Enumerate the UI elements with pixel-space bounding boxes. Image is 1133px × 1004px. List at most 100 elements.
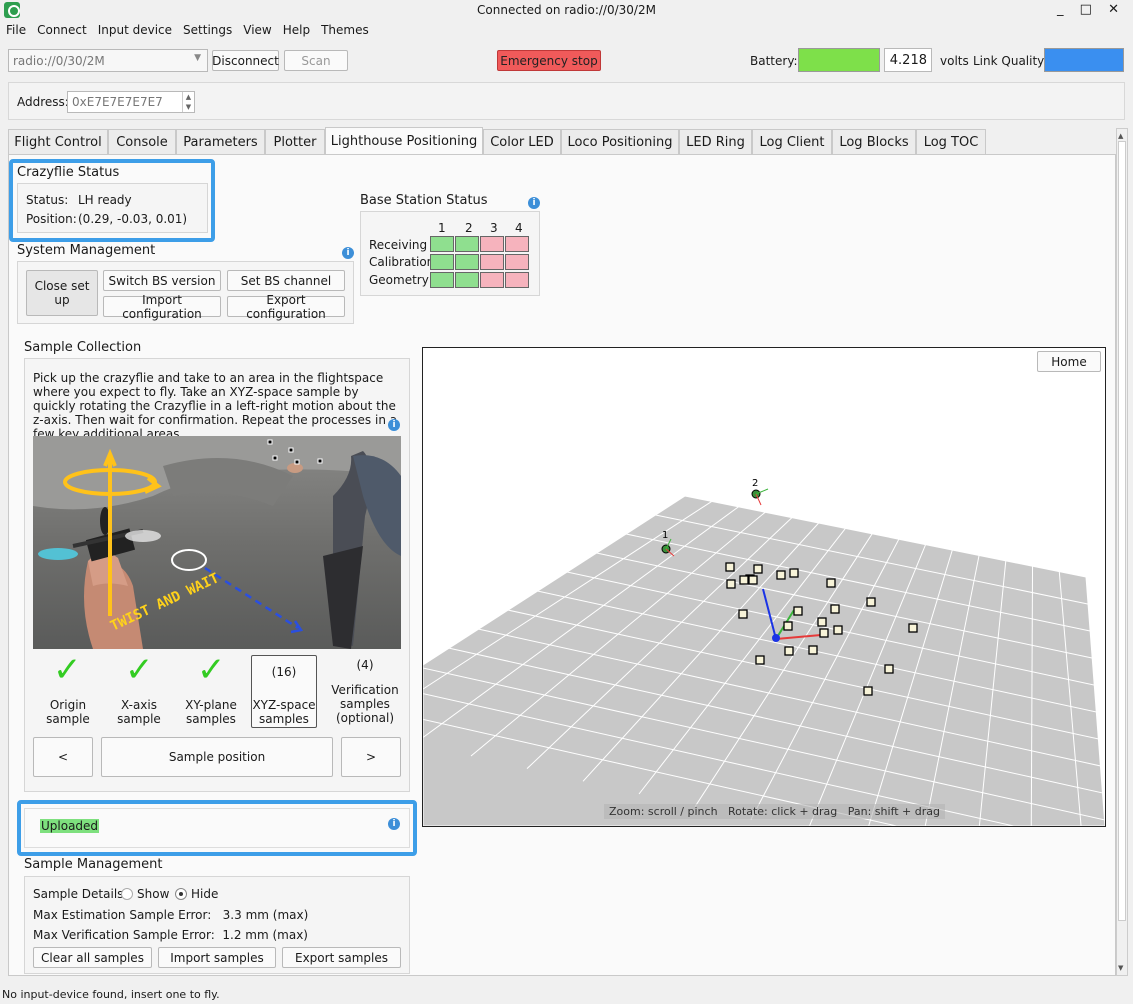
scan-button[interactable]: Scan bbox=[284, 50, 348, 71]
tab-lighthouse-positioning[interactable]: Lighthouse Positioning bbox=[325, 127, 483, 155]
step-xyz-count: (16) bbox=[271, 665, 297, 679]
sample-collection-title: Sample Collection bbox=[24, 340, 142, 355]
menu-settings[interactable]: Settings bbox=[177, 20, 237, 37]
3d-scene[interactable]: 1 2 bbox=[423, 348, 1105, 826]
hide-radio[interactable] bbox=[175, 888, 187, 900]
prev-step-button[interactable]: < bbox=[33, 737, 93, 777]
uri-value: radio://0/30/2M bbox=[13, 53, 105, 68]
xyplane-checkmark-icon: ✓ bbox=[197, 650, 226, 690]
next-step-button[interactable]: > bbox=[341, 737, 401, 777]
tab-log-blocks[interactable]: Log Blocks bbox=[832, 129, 916, 154]
window-controls[interactable]: _ □ ✕ bbox=[1057, 2, 1125, 17]
sample-marker bbox=[826, 578, 836, 588]
hide-radio-label[interactable]: Hide bbox=[191, 887, 218, 901]
tab-color-led[interactable]: Color LED bbox=[483, 129, 561, 154]
home-button[interactable]: Home bbox=[1037, 351, 1101, 372]
xaxis-checkmark-icon: ✓ bbox=[125, 650, 154, 690]
battery-unit: volts bbox=[940, 54, 969, 68]
spin-arrows-icon[interactable]: ▲ ▼ bbox=[182, 92, 194, 112]
export-samples-button[interactable]: Export samples bbox=[282, 947, 401, 968]
bs-col-3: 3 bbox=[490, 221, 498, 235]
title-bar: Connected on radio://0/30/2M _ □ ✕ bbox=[0, 0, 1133, 20]
info-icon[interactable]: i bbox=[528, 197, 540, 209]
sample-marker bbox=[748, 575, 758, 585]
step-xaxis-label: X-axis sample bbox=[117, 698, 161, 726]
vertical-scrollbar[interactable]: ▲ ▼ bbox=[1116, 128, 1128, 976]
emergency-stop-button[interactable]: Emergency stop bbox=[497, 50, 601, 71]
bs-col-2: 2 bbox=[465, 221, 473, 235]
sample-marker bbox=[884, 664, 894, 674]
address-spinbox[interactable]: 0xE7E7E7E7E7 ▲ ▼ bbox=[67, 91, 195, 113]
switch-bs-version-button[interactable]: Switch BS version bbox=[103, 270, 221, 291]
sample-marker bbox=[863, 686, 873, 696]
sample-marker bbox=[783, 621, 793, 631]
bs-row-geometry: Geometry bbox=[369, 273, 429, 287]
bs-col-4: 4 bbox=[515, 221, 523, 235]
set-bs-channel-button[interactable]: Set BS channel bbox=[227, 270, 345, 291]
address-label: Address: bbox=[17, 95, 69, 109]
tab-log-client[interactable]: Log Client bbox=[752, 129, 832, 154]
base-station-2-label: 2 bbox=[752, 478, 758, 489]
sample-position-button[interactable]: Sample position bbox=[101, 737, 333, 777]
bs-status-cell bbox=[505, 272, 529, 288]
sample-details-label: Sample Details: bbox=[33, 887, 128, 901]
system-management-title: System Management bbox=[17, 243, 156, 258]
menu-bar: File Connect Input device Settings View Help T… bbox=[0, 20, 1133, 40]
tab-loco-positioning[interactable]: Loco Positioning bbox=[561, 129, 679, 154]
uri-dropdown[interactable]: radio://0/30/2M ▼ bbox=[8, 49, 208, 72]
import-configuration-button[interactable]: Import configuration bbox=[103, 293, 221, 321]
bs-status-cell bbox=[480, 254, 504, 270]
max-verification-error: Max Verification Sample Error: 1.2 mm (m… bbox=[33, 928, 308, 942]
show-radio[interactable] bbox=[121, 888, 133, 900]
info-icon[interactable]: i bbox=[388, 419, 400, 431]
export-configuration-button[interactable]: Export configuration bbox=[227, 293, 345, 321]
bs-row-calibration: Calibration bbox=[369, 255, 435, 269]
battery-voltage: 4.218 bbox=[884, 48, 932, 72]
import-samples-button[interactable]: Import samples bbox=[158, 947, 276, 968]
menu-view[interactable]: View bbox=[237, 20, 276, 37]
close-setup-button[interactable]: Close set up bbox=[26, 270, 98, 316]
clear-all-samples-button[interactable]: Clear all samples bbox=[33, 947, 152, 968]
sample-marker bbox=[726, 579, 736, 589]
instruction-photo: TWIST AND WAIT bbox=[33, 436, 401, 649]
battery-label: Battery: bbox=[750, 54, 798, 68]
bs-status-cell bbox=[455, 272, 479, 288]
sample-marker bbox=[817, 617, 827, 627]
bs-status-cell bbox=[505, 236, 529, 252]
tab-flight-control[interactable]: Flight Control bbox=[8, 129, 108, 154]
tab-console[interactable]: Console bbox=[108, 129, 176, 154]
sample-marker bbox=[784, 646, 794, 656]
link-quality-bar bbox=[1044, 48, 1124, 72]
menu-connect[interactable]: Connect bbox=[31, 20, 92, 37]
sample-marker bbox=[725, 562, 735, 572]
base-station-title: Base Station Status bbox=[360, 193, 488, 208]
menu-file[interactable]: File bbox=[0, 20, 31, 37]
base-station-2: 2 bbox=[751, 478, 769, 506]
scroll-down-icon[interactable]: ▼ bbox=[1118, 964, 1123, 972]
tab-led-ring[interactable]: LED Ring bbox=[679, 129, 752, 154]
disconnect-button[interactable]: Disconnect bbox=[212, 50, 279, 71]
bs-status-cell bbox=[455, 254, 479, 270]
tab-parameters[interactable]: Parameters bbox=[176, 129, 265, 154]
scroll-up-icon[interactable]: ▲ bbox=[1118, 132, 1123, 140]
sample-management-title: Sample Management bbox=[24, 857, 163, 872]
scrollbar-thumb[interactable] bbox=[1118, 141, 1126, 921]
sample-marker bbox=[833, 625, 843, 635]
info-icon[interactable]: i bbox=[342, 247, 354, 259]
sample-marker bbox=[830, 604, 840, 614]
origin-checkmark-icon: ✓ bbox=[53, 650, 82, 690]
tab-log-toc[interactable]: Log TOC bbox=[916, 129, 986, 154]
sample-marker bbox=[908, 623, 918, 633]
menu-input-device[interactable]: Input device bbox=[92, 20, 177, 37]
show-radio-label[interactable]: Show bbox=[137, 887, 169, 901]
instructions-text: Pick up the crazyflie and take to an are… bbox=[33, 371, 398, 441]
chevron-down-icon: ▼ bbox=[194, 53, 201, 63]
menu-help[interactable]: Help bbox=[277, 20, 315, 37]
menu-themes[interactable]: Themes bbox=[315, 20, 374, 37]
tab-plotter[interactable]: Plotter bbox=[265, 129, 325, 154]
sample-marker bbox=[738, 609, 748, 619]
bs-status-cell bbox=[455, 236, 479, 252]
bs-status-cell bbox=[430, 272, 454, 288]
bs-status-cell bbox=[480, 272, 504, 288]
radio-dot-icon bbox=[179, 892, 183, 896]
